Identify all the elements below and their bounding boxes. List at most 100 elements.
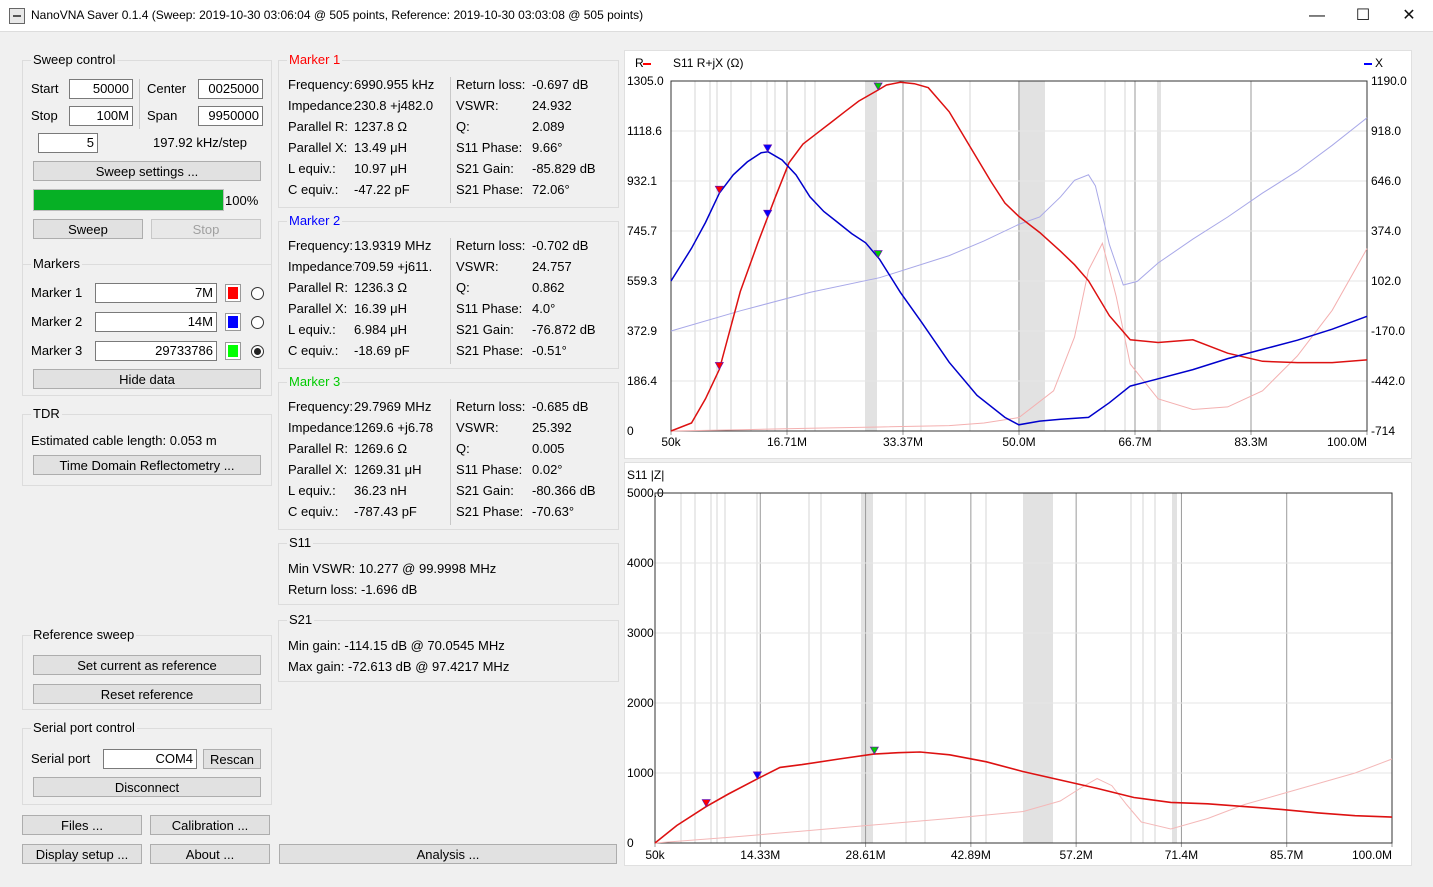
x-tick-label: 16.71M [767, 435, 807, 449]
stop-input[interactable]: 100M [69, 106, 133, 126]
tdr-group: TDR Estimated cable length: 0.053 m Time… [22, 406, 272, 486]
y-tick-label: 0 [627, 836, 634, 850]
marker-1-radio[interactable] [251, 287, 264, 300]
marker-data-row: Impedance: 709.59 +j611. VSWR: 24.757 [288, 257, 608, 277]
impedance-chart-panel[interactable]: 50k 14.33M 28.61M 42.89M 57.2M 71.4M 85.7M 100.… [624, 462, 1412, 866]
rjx-chart[interactable]: 50k 16.71M 33.37M 50.0M 66.7M 83.3M 100.0M 1305… [625, 51, 1411, 458]
x-tick-label: 14.33M [740, 848, 780, 862]
divider [450, 238, 451, 364]
marker-3-data-group: Marker 3 Frequency: 29.7969 MHz Return los… [278, 374, 619, 530]
hide-data-button[interactable]: Hide data [33, 369, 261, 389]
marker-data-row: C equiv.: -18.69 pF S21 Phase: -0.51° [288, 341, 608, 361]
close-button[interactable]: ✕ [1386, 0, 1432, 31]
field-label: VSWR: [456, 420, 499, 435]
group-title: S21 [287, 612, 315, 627]
marker-1-label: Marker 1 [31, 285, 83, 300]
shaded-band-0 [861, 493, 873, 843]
field-label: Return loss: [456, 77, 526, 92]
field-label: Parallel R: [288, 441, 348, 456]
marker-1-color-button[interactable] [225, 284, 241, 302]
field-value: 16.39 μH [354, 301, 408, 316]
impedance-chart[interactable]: 50k 14.33M 28.61M 42.89M 57.2M 71.4M 85.7M 100.… [625, 463, 1411, 865]
rjx-chart-panel[interactable]: 50k 16.71M 33.37M 50.0M 66.7M 83.3M 100.0M 1305… [624, 50, 1412, 459]
marker-data-row: L equiv.: 6.984 μH S21 Gain: -76.872 dB [288, 320, 608, 340]
marker-1-input[interactable]: 7M [95, 283, 217, 303]
field-label: C equiv.: [288, 504, 339, 519]
x-legend-label: X [1375, 56, 1383, 70]
calibration-button[interactable]: Calibration ... [150, 815, 270, 835]
marker-data-row: C equiv.: -47.22 pF S21 Phase: 72.06° [288, 180, 608, 200]
maximize-button[interactable]: ☐ [1340, 0, 1386, 31]
field-value: 13.9319 MHz [354, 238, 432, 253]
x-tick-label: 71.4M [1165, 848, 1198, 862]
about-button[interactable]: About ... [150, 844, 270, 864]
x-tick-label: 28.61M [846, 848, 886, 862]
set-reference-button[interactable]: Set current as reference [33, 655, 261, 675]
group-title: Markers [31, 256, 82, 271]
marker-data-row: Parallel X: 13.49 μH S11 Phase: 9.66° [288, 138, 608, 158]
marker-2-glyph-2 [763, 209, 773, 218]
marker-data-row: L equiv.: 10.97 μH S21 Gain: -85.829 dB [288, 159, 608, 179]
minimize-button[interactable]: — [1294, 0, 1340, 31]
window-title: NanoVNA Saver 0.1.4 (Sweep: 2019-10-30 0… [31, 8, 644, 22]
group-title: Marker 2 [287, 213, 343, 228]
marker-2-input[interactable]: 14M [95, 312, 217, 332]
x-tick-label: 85.7M [1270, 848, 1303, 862]
field-value: 13.49 μH [354, 140, 408, 155]
center-input[interactable]: 0025000 [198, 79, 263, 99]
y-left-tick-label: 1305.0 [627, 74, 664, 88]
field-label: S21 Gain: [456, 322, 514, 337]
marker-data-row: Frequency: 13.9319 MHz Return loss: -0.702 … [288, 236, 608, 256]
field-value: 1236.3 Ω [354, 280, 408, 295]
marker-3-radio[interactable] [251, 345, 264, 358]
marker-data-row: Parallel X: 1269.31 μH S11 Phase: 0.02° [288, 460, 608, 480]
tdr-button[interactable]: Time Domain Reflectometry ... [33, 455, 261, 475]
marker-1-data-group: Marker 1 Frequency: 6990.955 kHz Return lo… [278, 52, 619, 208]
sweep-button[interactable]: Sweep [33, 219, 143, 239]
x-tick-label: 50k [645, 848, 665, 862]
y-left-tick-label: 1118.6 [627, 124, 662, 138]
s11-return-loss: Return loss: -1.696 dB [288, 582, 418, 597]
y-tick-label: 4000 [627, 556, 654, 570]
field-value: -787.43 pF [354, 504, 417, 519]
markers-group: Markers Marker 1 7M Marker 2 14M Marker … [22, 256, 272, 396]
marker-2-radio[interactable] [251, 316, 264, 329]
chart-title: S11 |Z| [627, 468, 664, 482]
field-label: Frequency: [288, 399, 354, 414]
s21-summary-group: S21 Min gain: -114.15 dB @ 70.0545 MHz M… [278, 612, 619, 682]
field-value: 0.005 [532, 441, 565, 456]
span-input[interactable]: 9950000 [198, 106, 263, 126]
rescan-button[interactable]: Rescan [203, 749, 261, 769]
field-value: -0.702 dB [532, 238, 589, 253]
divider [450, 399, 451, 525]
marker-3-color-button[interactable] [225, 342, 241, 360]
start-input[interactable]: 50000 [69, 79, 133, 99]
y-right-tick-label: 374.0 [1371, 224, 1401, 238]
marker-2-color-button[interactable] [225, 313, 241, 331]
divider [450, 77, 451, 203]
field-value: 6.984 μH [354, 322, 408, 337]
segments-input[interactable]: 5 [38, 133, 98, 153]
field-value: 0.02° [532, 462, 563, 477]
shaded-band-2 [1172, 493, 1177, 843]
disconnect-button[interactable]: Disconnect [33, 777, 261, 797]
x-tick-label: 50.0M [1002, 435, 1035, 449]
reset-reference-button[interactable]: Reset reference [33, 684, 261, 704]
field-label: Q: [456, 119, 470, 134]
divider [139, 79, 140, 129]
serial-port-input[interactable]: COM4 [103, 749, 197, 769]
serial-port-label: Serial port [31, 751, 91, 766]
group-title: Serial port control [31, 720, 137, 735]
cable-length-text: Estimated cable length: 0.053 m [31, 433, 217, 448]
group-title: Marker 1 [287, 52, 343, 67]
files-button[interactable]: Files ... [22, 815, 142, 835]
marker-3-input[interactable]: 29733786 [95, 341, 217, 361]
y-tick-label: 1000 [627, 766, 654, 780]
marker-2-glyph-3 [763, 144, 773, 153]
marker-data-row: Parallel R: 1236.3 Ω Q: 0.862 [288, 278, 608, 298]
sweep-settings-button[interactable]: Sweep settings ... [33, 161, 261, 181]
stop-button[interactable]: Stop [151, 219, 261, 239]
title-bar: NanoVNA Saver 0.1.4 (Sweep: 2019-10-30 0… [0, 0, 1433, 32]
display-setup-button[interactable]: Display setup ... [22, 844, 142, 864]
analysis-button[interactable]: Analysis ... [279, 844, 617, 864]
